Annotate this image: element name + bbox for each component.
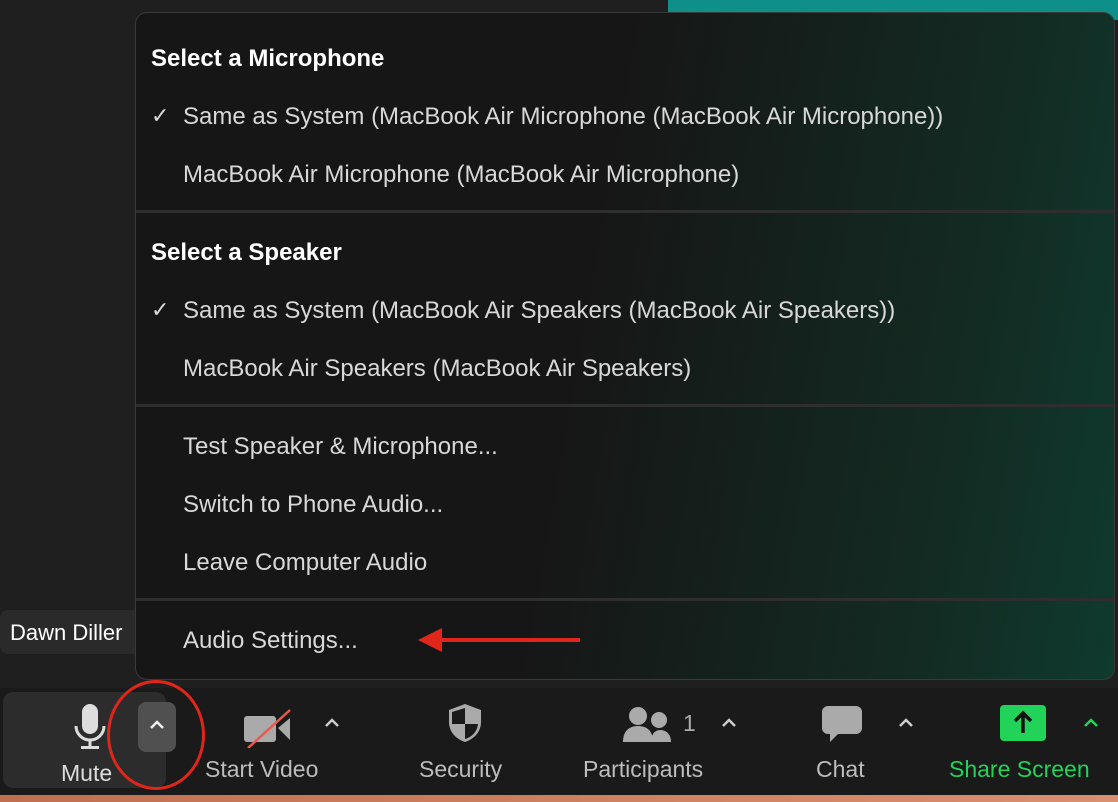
start-video-button[interactable]: Start Video — [200, 688, 350, 795]
menu-item-audio-settings[interactable]: Audio Settings... — [183, 627, 358, 655]
divider — [136, 210, 1114, 213]
video-off-icon — [244, 709, 291, 748]
security-label: Security — [419, 756, 503, 782]
participants-button[interactable]: 1 Participants — [580, 688, 725, 795]
menu-item-test-audio[interactable]: Test Speaker & Microphone... — [183, 433, 498, 461]
desktop-strip — [0, 795, 1118, 802]
participants-chevron-up-icon[interactable] — [722, 718, 736, 728]
chat-icon — [822, 706, 862, 742]
video-options-chevron-up-icon[interactable] — [325, 718, 339, 728]
share-screen-label: Share Screen — [949, 756, 1090, 782]
shield-icon — [449, 704, 481, 742]
check-icon: ✓ — [151, 103, 170, 128]
microphone-header: Select a Microphone — [151, 45, 385, 72]
participants-icon — [623, 707, 671, 742]
menu-item-mic-macbook[interactable]: MacBook Air Microphone (MacBook Air Micr… — [183, 161, 739, 189]
microphone-icon — [74, 704, 106, 749]
share-screen-icon — [1000, 705, 1046, 741]
menu-item-speaker-macbook[interactable]: MacBook Air Speakers (MacBook Air Speake… — [183, 355, 691, 383]
menu-item-speaker-system[interactable]: ✓ Same as System (MacBook Air Speakers (M… — [151, 297, 896, 325]
menu-item-leave-audio[interactable]: Leave Computer Audio — [183, 549, 427, 577]
security-button[interactable]: Security — [410, 688, 520, 795]
participant-name-tag: Dawn Diller — [0, 610, 150, 654]
divider — [136, 598, 1114, 601]
chat-chevron-up-icon[interactable] — [899, 718, 913, 728]
audio-menu: Select a Microphone ✓ Same as System (Mac… — [135, 12, 1115, 680]
divider — [136, 404, 1114, 407]
menu-item-mic-system[interactable]: ✓ Same as System (MacBook Air Microphone … — [151, 103, 944, 131]
share-chevron-up-icon[interactable] — [1084, 718, 1098, 728]
participants-label: Participants — [583, 756, 704, 782]
chat-button[interactable]: Chat — [810, 688, 880, 795]
item-label: Same as System (MacBook Air Microphone (… — [183, 103, 944, 130]
speaker-header: Select a Speaker — [151, 239, 342, 266]
share-screen-button[interactable]: Share Screen — [945, 688, 1105, 795]
participant-count: 1 — [683, 710, 696, 736]
mute-label: Mute — [61, 760, 113, 786]
annotation-arrow-icon — [418, 628, 580, 652]
start-video-label: Start Video — [205, 756, 319, 782]
item-label: Same as System (MacBook Air Speakers (Ma… — [183, 297, 896, 324]
menu-item-phone-audio[interactable]: Switch to Phone Audio... — [183, 491, 443, 519]
chat-label: Chat — [816, 756, 865, 782]
annotation-circle — [107, 680, 205, 790]
check-icon: ✓ — [151, 297, 170, 322]
